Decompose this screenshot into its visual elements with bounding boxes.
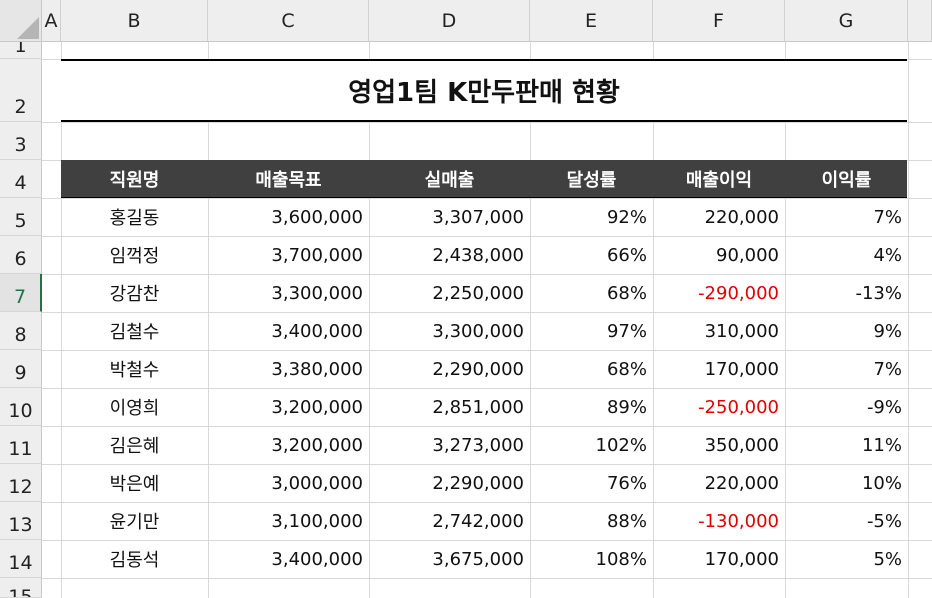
row-header-8[interactable]: 8 — [0, 312, 42, 350]
row-header-1[interactable]: 1 — [0, 42, 42, 59]
cell-rate[interactable]: 76% — [530, 464, 653, 502]
cell-name[interactable]: 윤기만 — [61, 502, 208, 540]
column-header-g[interactable]: G — [785, 0, 908, 42]
cell-actual[interactable]: 3,273,000 — [369, 426, 530, 464]
cell-target[interactable]: 3,300,000 — [208, 274, 369, 312]
cell-name[interactable]: 김철수 — [61, 312, 208, 350]
row-header-12[interactable]: 12 — [0, 464, 42, 502]
cell-profit[interactable]: 90,000 — [653, 236, 785, 274]
cell-name[interactable]: 홍길동 — [61, 198, 208, 236]
row-header-4[interactable]: 4 — [0, 160, 42, 198]
cell-name[interactable]: 박철수 — [61, 350, 208, 388]
cell-actual[interactable]: 2,290,000 — [369, 350, 530, 388]
column-header-f[interactable]: F — [653, 0, 785, 42]
cell-profit[interactable]: 350,000 — [653, 426, 785, 464]
cell-target[interactable]: 3,600,000 — [208, 198, 369, 236]
row-header-5[interactable]: 5 — [0, 198, 42, 236]
cell-margin[interactable]: 11% — [785, 426, 908, 464]
cell-margin[interactable]: -9% — [785, 388, 908, 426]
cell-rate[interactable]: 102% — [530, 426, 653, 464]
grid-hline — [42, 122, 932, 123]
column-header-h[interactable] — [908, 0, 932, 42]
cell-name[interactable]: 임꺽정 — [61, 236, 208, 274]
row-header-14[interactable]: 14 — [0, 540, 42, 578]
cell-margin[interactable]: 7% — [785, 350, 908, 388]
cell-actual[interactable]: 3,307,000 — [369, 198, 530, 236]
cell-name[interactable]: 김은혜 — [61, 426, 208, 464]
cell-target[interactable]: 3,000,000 — [208, 464, 369, 502]
header-cell-2[interactable]: 매출목표 — [208, 160, 369, 198]
column-header-e[interactable]: E — [530, 0, 653, 42]
cell-target[interactable]: 3,380,000 — [208, 350, 369, 388]
row-header-13[interactable]: 13 — [0, 502, 42, 540]
column-header-c[interactable]: C — [208, 0, 369, 42]
cell-actual[interactable]: 3,675,000 — [369, 540, 530, 578]
cell-profit[interactable]: -130,000 — [653, 502, 785, 540]
row-header-15[interactable]: 15 — [0, 578, 42, 598]
cell-target[interactable]: 3,200,000 — [208, 388, 369, 426]
select-all-triangle-icon — [17, 17, 39, 39]
cell-name[interactable]: 박은예 — [61, 464, 208, 502]
cell-profit[interactable]: 220,000 — [653, 464, 785, 502]
cell-profit[interactable]: 310,000 — [653, 312, 785, 350]
cell-margin[interactable]: 7% — [785, 198, 908, 236]
report-title[interactable]: 영업1팀 K만두판매 현황 — [61, 59, 907, 122]
column-header-a[interactable]: A — [42, 0, 61, 42]
row-header-9[interactable]: 9 — [0, 350, 42, 388]
cell-margin[interactable]: -13% — [785, 274, 908, 312]
cell-rate[interactable]: 66% — [530, 236, 653, 274]
cell-actual[interactable]: 3,300,000 — [369, 312, 530, 350]
cell-target[interactable]: 3,400,000 — [208, 540, 369, 578]
cell-margin[interactable]: 5% — [785, 540, 908, 578]
cell-name[interactable]: 강감찬 — [61, 274, 208, 312]
header-cell-3[interactable]: 실매출 — [369, 160, 530, 198]
cell-profit[interactable]: 170,000 — [653, 540, 785, 578]
cell-profit[interactable]: -250,000 — [653, 388, 785, 426]
grid-hline — [42, 578, 932, 579]
cell-rate[interactable]: 92% — [530, 198, 653, 236]
cell-actual[interactable]: 2,851,000 — [369, 388, 530, 426]
cell-margin[interactable]: 9% — [785, 312, 908, 350]
row-header-10[interactable]: 10 — [0, 388, 42, 426]
header-cell-4[interactable]: 달성률 — [530, 160, 653, 198]
cell-target[interactable]: 3,200,000 — [208, 426, 369, 464]
cell-actual[interactable]: 2,438,000 — [369, 236, 530, 274]
cell-margin[interactable]: -5% — [785, 502, 908, 540]
cell-target[interactable]: 3,700,000 — [208, 236, 369, 274]
cell-name[interactable]: 김동석 — [61, 540, 208, 578]
row-header-11[interactable]: 11 — [0, 426, 42, 464]
cell-profit[interactable]: -290,000 — [653, 274, 785, 312]
row-header-3[interactable]: 3 — [0, 122, 42, 160]
cell-rate[interactable]: 88% — [530, 502, 653, 540]
column-header-d[interactable]: D — [369, 0, 530, 42]
header-cell-1[interactable]: 직원명 — [61, 160, 208, 198]
header-cell-6[interactable]: 이익률 — [785, 160, 908, 198]
cell-actual[interactable]: 2,742,000 — [369, 502, 530, 540]
cell-rate[interactable]: 108% — [530, 540, 653, 578]
grid-vline — [908, 42, 909, 598]
cell-rate[interactable]: 68% — [530, 350, 653, 388]
cell-rate[interactable]: 97% — [530, 312, 653, 350]
header-cell-5[interactable]: 매출이익 — [653, 160, 785, 198]
cell-target[interactable]: 3,100,000 — [208, 502, 369, 540]
cell-name[interactable]: 이영희 — [61, 388, 208, 426]
select-all-corner[interactable] — [0, 0, 42, 42]
cell-actual[interactable]: 2,290,000 — [369, 464, 530, 502]
cell-profit[interactable]: 220,000 — [653, 198, 785, 236]
cell-actual[interactable]: 2,250,000 — [369, 274, 530, 312]
row-header-2[interactable]: 2 — [0, 59, 42, 122]
cell-rate[interactable]: 68% — [530, 274, 653, 312]
cell-rate[interactable]: 89% — [530, 388, 653, 426]
row-header-6[interactable]: 6 — [0, 236, 42, 274]
column-header-b[interactable]: B — [61, 0, 208, 42]
row-header-7[interactable]: 7 — [0, 274, 42, 312]
cell-margin[interactable]: 4% — [785, 236, 908, 274]
cell-profit[interactable]: 170,000 — [653, 350, 785, 388]
cell-target[interactable]: 3,400,000 — [208, 312, 369, 350]
cell-margin[interactable]: 10% — [785, 464, 908, 502]
